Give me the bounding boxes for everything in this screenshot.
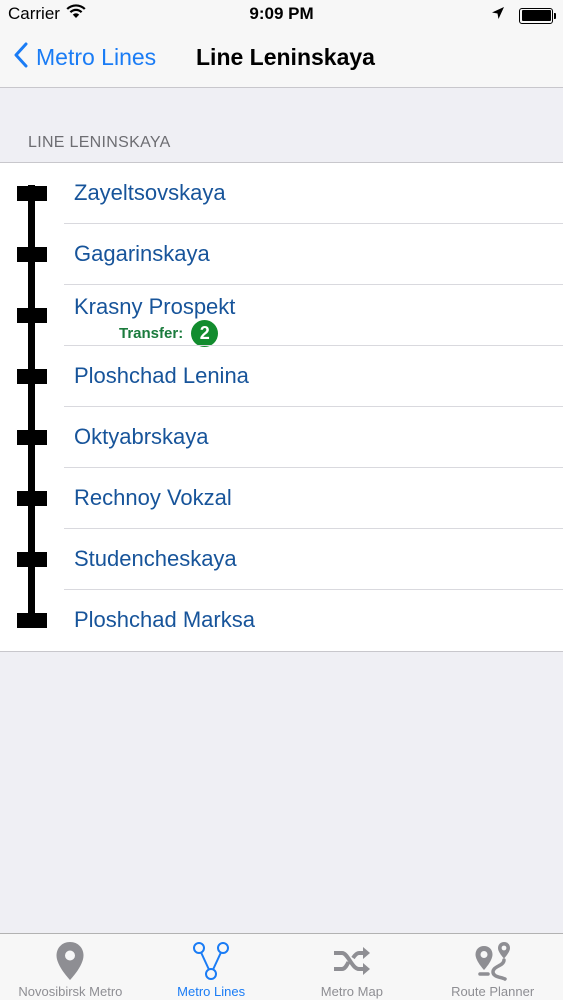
stop-marker-icon (17, 247, 47, 262)
tab-metro-map[interactable]: Metro Map (282, 934, 423, 1000)
stop-marker-icon (17, 308, 47, 323)
battery-icon (519, 7, 556, 24)
station-row[interactable]: Rechnoy Vokzal (0, 468, 563, 529)
status-right (491, 6, 556, 25)
stop-marker-icon (17, 552, 47, 567)
station-name: Ploshchad Lenina (74, 363, 249, 388)
station-name: Ploshchad Marksa (74, 607, 255, 632)
station-name: Rechnoy Vokzal (74, 485, 232, 510)
tab-label: Novosibirsk Metro (18, 984, 123, 999)
transfer-line-badge[interactable]: 2 (191, 320, 219, 347)
station-name: Studencheskaya (74, 546, 237, 571)
station-name: Zayeltsovskaya (74, 180, 226, 205)
stop-marker-icon (17, 430, 47, 445)
tab-route-planner[interactable]: Route Planner (422, 934, 563, 1000)
station-row[interactable]: Ploshchad Lenina (0, 346, 563, 407)
station-name: Krasny Prospekt (74, 294, 236, 319)
page-title: Line Leninskaya (196, 44, 375, 70)
tab-label: Route Planner (451, 984, 535, 999)
navigation-bar: Metro Lines Line Leninskaya (0, 30, 563, 88)
metro-lines-icon (192, 940, 230, 982)
station-row[interactable]: Studencheskaya (0, 529, 563, 590)
station-row[interactable]: Zayeltsovskaya (0, 163, 563, 224)
tab-label: Metro Map (320, 984, 383, 999)
route-icon (471, 940, 515, 982)
station-list: Zayeltsovskaya Gagarinskaya Krasny Prosp… (0, 162, 563, 652)
location-arrow-icon (491, 6, 505, 25)
battery-fill (521, 10, 551, 21)
back-button-label: Metro Lines (36, 44, 157, 70)
section-header: LINE LENINSKAYA (28, 134, 171, 151)
back-button[interactable]: Metro Lines (14, 42, 156, 73)
tab-bar: Novosibirsk Metro Metro Lines Metro Map … (0, 933, 563, 1000)
station-row[interactable]: Krasny Prospekt Transfer: 2 (0, 285, 563, 347)
station-name: Oktyabrskaya (74, 424, 209, 449)
stop-marker-icon (17, 369, 47, 384)
stop-marker-icon (17, 186, 47, 201)
station-row[interactable]: Ploshchad Marksa (0, 590, 563, 651)
status-time: 9:09 PM (249, 4, 314, 23)
stop-marker-icon (17, 491, 47, 506)
stop-marker-icon (17, 613, 47, 628)
station-row[interactable]: Oktyabrskaya (0, 407, 563, 468)
transfer-info: Transfer: 2 (119, 320, 219, 347)
screen: Carrier 9:09 PM Metro Lines Line Leninsk… (0, 0, 563, 1000)
status-bar: Carrier 9:09 PM (0, 0, 563, 30)
station-name: Gagarinskaya (74, 241, 210, 266)
transfer-label: Transfer: (119, 325, 184, 342)
shuffle-icon (332, 940, 372, 982)
chevron-left-icon (14, 42, 28, 73)
map-pin-icon (54, 940, 86, 982)
tab-label: Metro Lines (177, 984, 246, 999)
tab-metro-lines[interactable]: Metro Lines (141, 934, 282, 1000)
tab-novosibirsk-metro[interactable]: Novosibirsk Metro (0, 934, 141, 1000)
station-row[interactable]: Gagarinskaya (0, 224, 563, 285)
